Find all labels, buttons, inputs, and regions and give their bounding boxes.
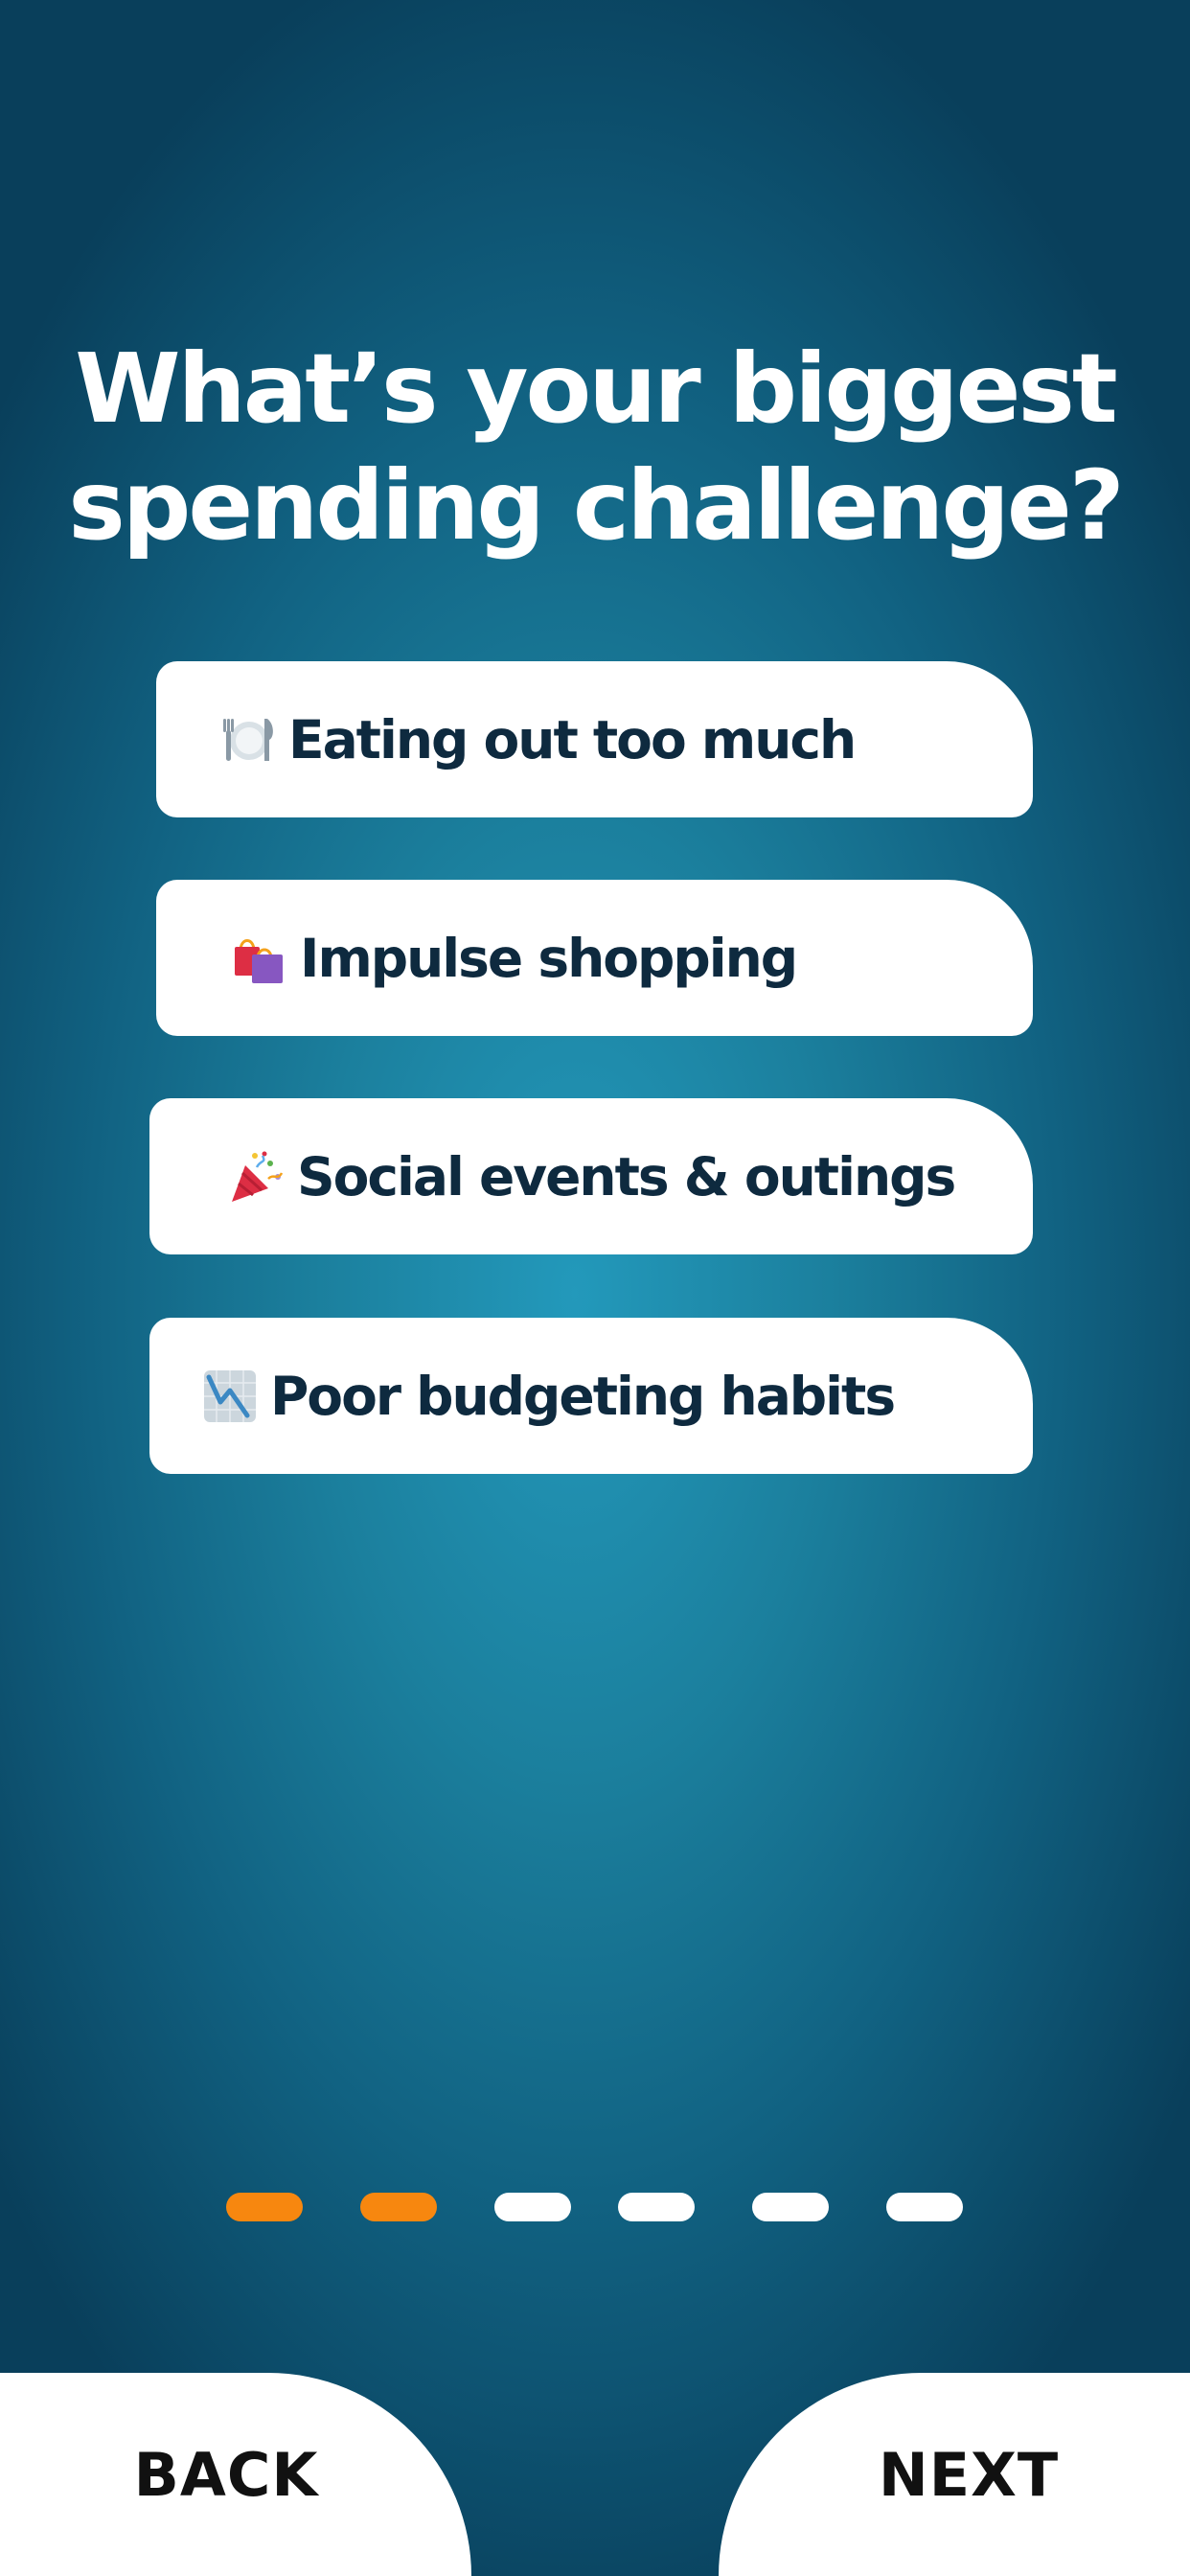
progress-dot-2 xyxy=(360,2193,437,2221)
progress-dot-3 xyxy=(494,2193,571,2221)
option-label: Impulse shopping xyxy=(300,927,798,989)
option-social-events[interactable]: Social events & outings xyxy=(149,1098,1033,1254)
progress-indicator xyxy=(0,2193,1190,2221)
question-title-line-1: What’s your biggest xyxy=(75,333,1117,445)
option-poor-budgeting[interactable]: Poor budgeting habits xyxy=(149,1318,1033,1474)
progress-dot-4 xyxy=(618,2193,695,2221)
question-title: What’s your biggest spending challenge? xyxy=(0,331,1190,564)
progress-dot-1 xyxy=(226,2193,303,2221)
next-button-label: NEXT xyxy=(878,2439,1060,2510)
option-eating-out[interactable]: Eating out too much xyxy=(156,661,1033,817)
progress-dot-6 xyxy=(886,2193,963,2221)
question-title-line-2: spending challenge? xyxy=(68,449,1125,562)
option-label: Social events & outings xyxy=(297,1145,956,1208)
next-button[interactable]: NEXT xyxy=(719,2373,1190,2576)
party-popper-icon xyxy=(232,1151,284,1202)
option-impulse-shopping[interactable]: Impulse shopping xyxy=(156,880,1033,1036)
progress-dot-5 xyxy=(752,2193,829,2221)
back-button-label: BACK xyxy=(133,2439,319,2510)
back-button[interactable]: BACK xyxy=(0,2373,471,2576)
option-label: Poor budgeting habits xyxy=(270,1365,896,1427)
option-label: Eating out too much xyxy=(288,708,857,770)
shopping-bags-icon xyxy=(235,938,283,983)
fork-knife-plate-icon xyxy=(223,718,273,761)
chart-decreasing-icon xyxy=(204,1369,256,1422)
